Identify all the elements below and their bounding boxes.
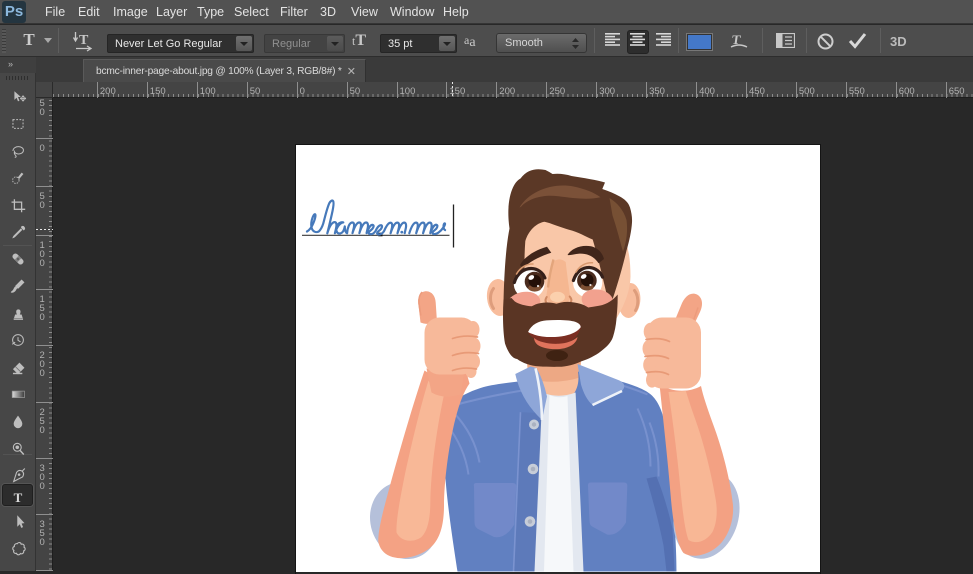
svg-text:T: T xyxy=(14,490,23,505)
